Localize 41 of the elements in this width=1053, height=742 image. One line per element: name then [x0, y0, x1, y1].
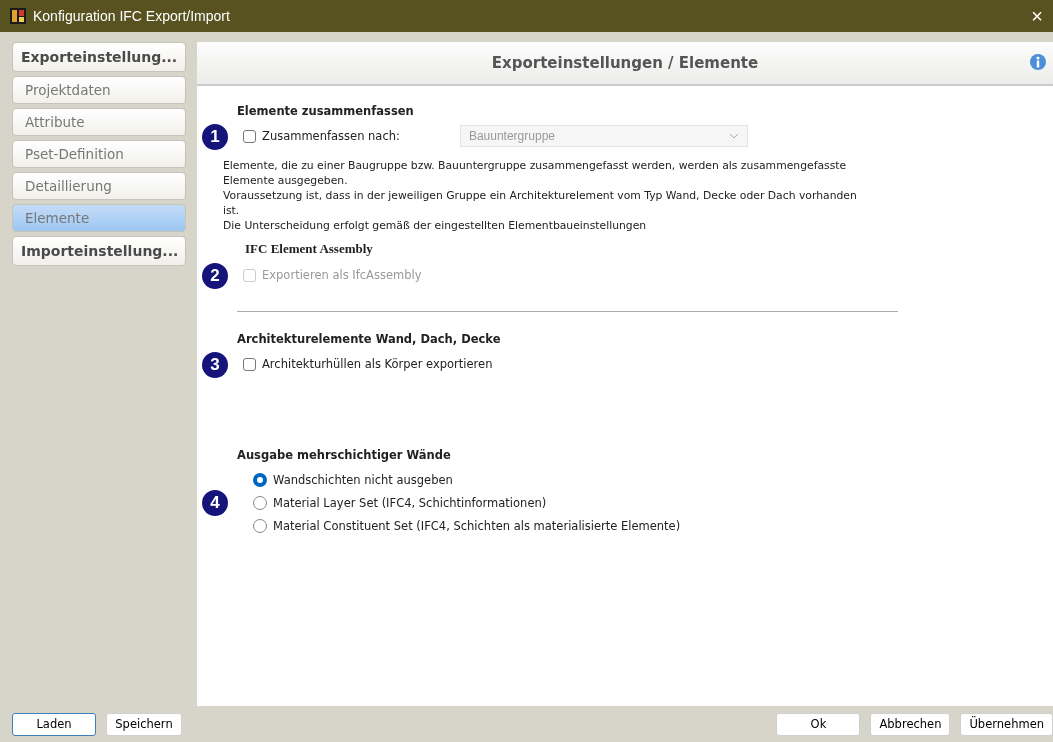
close-button[interactable]: ×	[1031, 4, 1043, 28]
radio-label: Wandschichten nicht ausgeben	[273, 472, 453, 487]
radio-label: Material Constituent Set (IFC4, Schichten als materialisierte Elemente)	[273, 518, 681, 533]
checkbox[interactable]	[243, 129, 256, 143]
radio-label: Material Layer Set (IFC4, Schichtinformationen)	[273, 495, 547, 510]
step-badge: 2	[202, 263, 228, 289]
footer-button[interactable]: Übernehmen	[960, 712, 1053, 736]
section-heading: Ausgabe mehrschichtiger Wände	[237, 448, 452, 462]
step-badge: 1	[202, 124, 228, 150]
checkbox-label: Zusammenfassen nach:	[262, 129, 400, 143]
checkbox-label: Exportieren als IfcAssembly	[262, 268, 422, 282]
step-badge: 4	[202, 489, 228, 516]
info-icon[interactable]	[1029, 53, 1047, 71]
footer-button[interactable]: Speichern	[106, 712, 182, 736]
footer-button[interactable]: Laden	[12, 712, 96, 736]
section-heading: Architekturelemente Wand, Dach, Decke	[237, 332, 502, 346]
sidebar-item[interactable]: Projektdaten	[12, 76, 186, 104]
section-heading: Elemente zusammenfassen	[237, 104, 415, 118]
footer-button[interactable]: Abbrechen	[870, 712, 951, 736]
window-title: Konfiguration IFC Export/Import	[33, 8, 231, 24]
description-text: Voraussetzung ist, dass in der jeweiligen Gruppe ein Architekturelement vom Typ Wand, Decke oder Dach vorhanden	[223, 188, 858, 203]
radio-button[interactable]	[253, 472, 267, 487]
checkbox[interactable]	[243, 357, 256, 371]
checkbox-label: Architekturhüllen als Körper exportieren	[262, 357, 493, 371]
description-text: Elemente ausgegeben.	[223, 173, 349, 188]
description-text: Die Unterscheidung erfolgt gemäß der eingestellten Elementbaueinstellungen	[223, 218, 648, 233]
sidebar-group[interactable]: Importeinstellung...	[12, 236, 186, 266]
step-badge: 3	[202, 352, 228, 378]
radio-button[interactable]	[253, 495, 267, 510]
section-heading: IFC Element Assembly	[244, 241, 374, 257]
panel-title: Exporteinstellungen / Elemente	[491, 54, 759, 72]
sidebar-item[interactable]: Detaillierung	[12, 172, 186, 200]
sidebar-group[interactable]: Exporteinstellung...	[12, 42, 186, 72]
description-text: Elemente, die zu einer Baugruppe bzw. Bauuntergruppe zusammengefasst werden, werden als zusammengefasste	[223, 158, 848, 173]
sidebar-item[interactable]: Attribute	[12, 108, 186, 136]
description-text: ist.	[223, 203, 241, 218]
app-logo-icon	[10, 8, 26, 24]
footer-button[interactable]: Ok	[776, 712, 861, 736]
chevron-down-icon	[728, 133, 739, 139]
sidebar-item[interactable]: Pset-Definition	[12, 140, 186, 168]
radio-button[interactable]	[253, 518, 267, 533]
